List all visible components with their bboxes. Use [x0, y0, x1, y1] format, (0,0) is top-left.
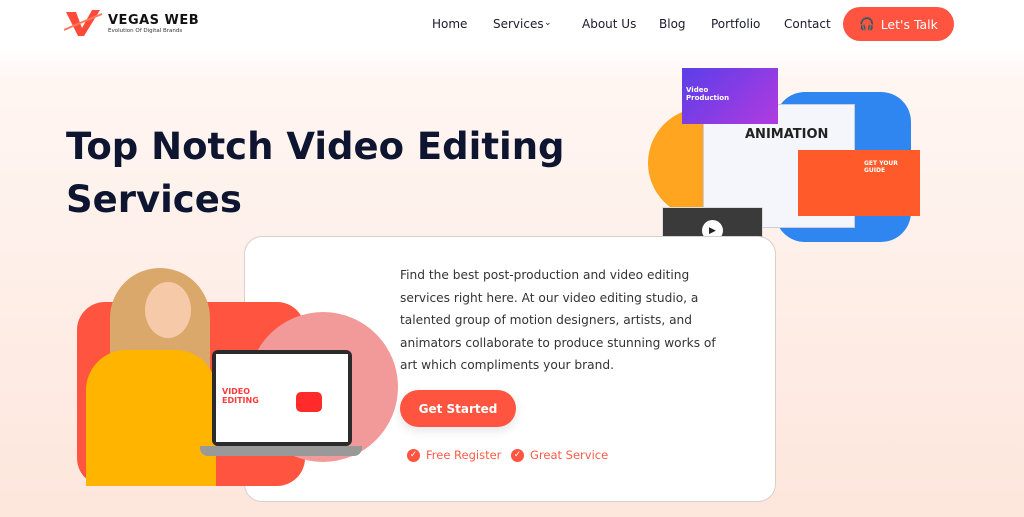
nav-blog[interactable]: Blog: [659, 17, 686, 31]
feature-great-service: ✓ Great Service: [511, 448, 608, 462]
nav-contact[interactable]: Contact: [784, 17, 831, 31]
brand-tagline: Evolution Of Digital Brands: [108, 27, 183, 34]
header-nav: VEGAS WEB Evolution Of Digital Brands Ho…: [0, 0, 1024, 48]
get-started-button[interactable]: Get Started: [400, 390, 516, 427]
feature-free-register: ✓ Free Register: [407, 448, 501, 462]
guide-label: GET YOUR GUIDE: [864, 160, 898, 174]
animation-label: ANIMATION: [745, 127, 829, 142]
lets-talk-button[interactable]: 🎧 Let's Talk: [843, 7, 954, 41]
lets-talk-label: Let's Talk: [880, 16, 938, 32]
video-production-label: Video Production: [686, 86, 730, 102]
hero-description: Find the best post-production and video …: [400, 268, 716, 372]
feature-label: Great Service: [530, 448, 609, 462]
logo[interactable]: VEGAS WEB Evolution Of Digital Brands: [63, 8, 200, 38]
logo-v-icon: [63, 8, 104, 38]
headset-icon: 🎧: [859, 16, 875, 31]
nav-home[interactable]: Home: [432, 17, 467, 31]
chevron-down-icon[interactable]: ⌄: [544, 18, 552, 28]
feature-label: Free Register: [426, 448, 502, 462]
nav-services[interactable]: Services: [493, 17, 544, 31]
brand-name: VEGAS WEB: [108, 12, 200, 28]
video-editing-label: VIDEO EDITING: [222, 387, 259, 405]
check-circle-icon: ✓: [511, 448, 524, 462]
nav-about-us[interactable]: About Us: [582, 17, 636, 31]
page-title: Top Notch Video Editing Services: [66, 125, 565, 221]
nav-portfolio[interactable]: Portfolio: [711, 17, 760, 31]
check-circle-icon: ✓: [407, 448, 420, 462]
